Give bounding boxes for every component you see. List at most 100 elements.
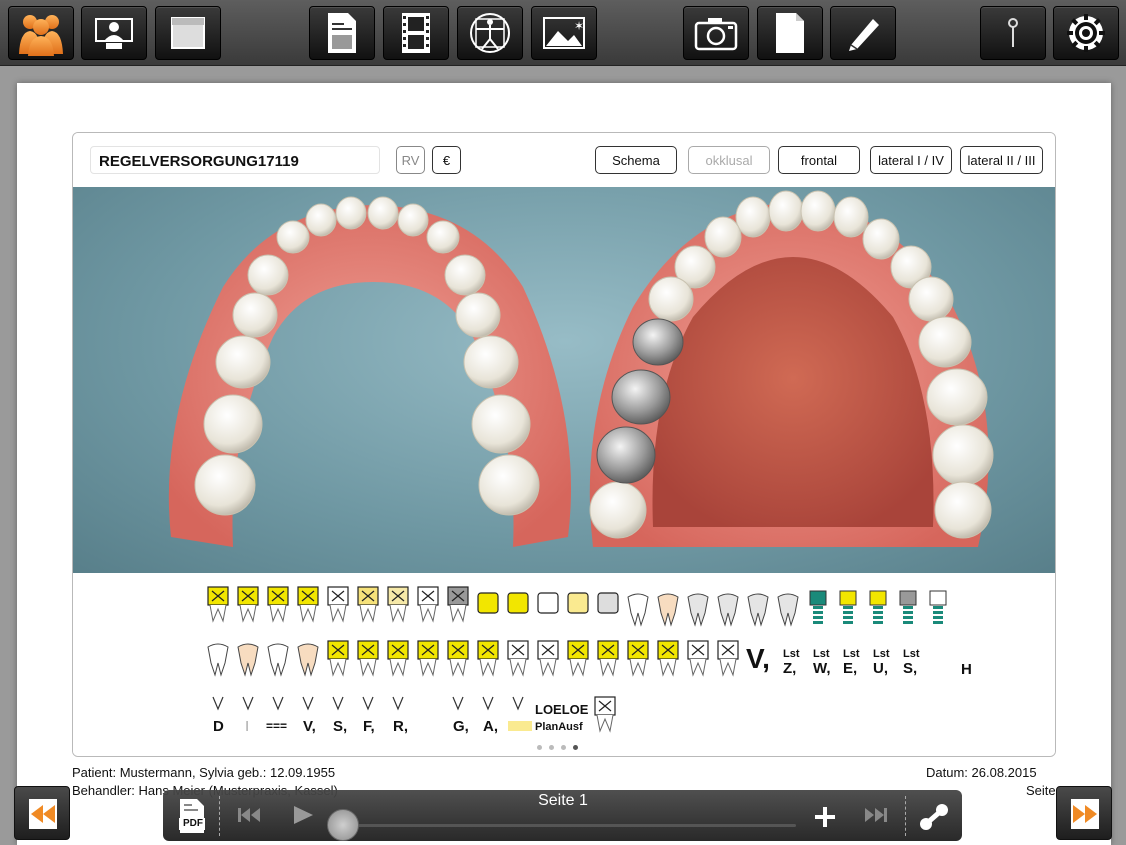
patients-icon bbox=[19, 15, 63, 56]
crown-symbol[interactable] bbox=[597, 640, 619, 677]
image-button[interactable]: ✶ bbox=[531, 6, 597, 60]
crown-symbol[interactable] bbox=[297, 586, 319, 623]
symbol-z[interactable]: Z, bbox=[783, 660, 796, 677]
implant-symbol[interactable] bbox=[929, 590, 947, 624]
crown-symbol[interactable] bbox=[447, 640, 469, 677]
crown-symbol[interactable] bbox=[627, 640, 649, 677]
tooth-symbol[interactable] bbox=[267, 643, 289, 677]
play-icon[interactable] bbox=[291, 804, 315, 826]
euro-button[interactable]: € bbox=[432, 146, 461, 174]
pencil-button[interactable] bbox=[830, 6, 896, 60]
crown-symbol[interactable] bbox=[717, 640, 739, 677]
symbol-s[interactable]: S, bbox=[333, 718, 347, 735]
folder-button[interactable] bbox=[155, 6, 221, 60]
symbol-e[interactable]: E, bbox=[843, 660, 857, 677]
next-document-button[interactable] bbox=[1056, 786, 1112, 840]
plan-title-field[interactable]: REGELVERSORGUNG17119 bbox=[90, 146, 380, 174]
settings-button[interactable] bbox=[1053, 6, 1119, 60]
crown-symbol[interactable] bbox=[357, 640, 379, 677]
frontal-button[interactable]: frontal bbox=[778, 146, 860, 174]
symbol-triple-bar[interactable]: === bbox=[266, 719, 287, 733]
page-slider-knob[interactable] bbox=[327, 809, 359, 841]
symbol-i[interactable]: I bbox=[245, 718, 249, 735]
skip-to-start-icon[interactable] bbox=[236, 805, 262, 825]
box-symbol[interactable] bbox=[567, 592, 589, 614]
implant-teal-symbol[interactable] bbox=[809, 590, 827, 624]
planausf-symbol[interactable]: PlanAusf bbox=[535, 721, 583, 733]
planausf-crown-symbol[interactable] bbox=[594, 696, 616, 733]
tooth-symbol[interactable] bbox=[237, 643, 259, 677]
crown-symbol[interactable] bbox=[447, 586, 469, 623]
box-symbol[interactable] bbox=[507, 592, 529, 614]
box-symbol[interactable] bbox=[597, 592, 619, 614]
symbol-h[interactable]: H bbox=[961, 661, 972, 678]
crown-symbol[interactable] bbox=[417, 640, 439, 677]
page-dot[interactable] bbox=[549, 745, 554, 750]
crown-symbol[interactable] bbox=[327, 640, 349, 677]
tooth-symbol[interactable] bbox=[657, 593, 679, 627]
symbol-r[interactable]: R, bbox=[393, 718, 408, 735]
symbol-f[interactable]: F, bbox=[363, 718, 375, 735]
symbol-v[interactable]: V, bbox=[303, 718, 316, 735]
symbol-v-large[interactable]: V, bbox=[746, 643, 770, 675]
page-dot[interactable] bbox=[537, 745, 542, 750]
page-slider-track[interactable] bbox=[331, 824, 796, 827]
lateral-1-4-button[interactable]: lateral I / IV bbox=[870, 146, 952, 174]
crown-symbol[interactable] bbox=[687, 640, 709, 677]
tooth-symbol[interactable] bbox=[627, 593, 649, 627]
crown-symbol[interactable] bbox=[327, 586, 349, 623]
rv-button[interactable]: RV bbox=[396, 146, 425, 174]
page-indicator[interactable] bbox=[537, 745, 578, 750]
symbol-g[interactable]: G, bbox=[453, 718, 469, 735]
film-button[interactable] bbox=[383, 6, 449, 60]
v-mark bbox=[332, 696, 344, 711]
implant-symbol[interactable] bbox=[869, 590, 887, 624]
crown-symbol[interactable] bbox=[387, 640, 409, 677]
pdf-export-button[interactable]: PDF bbox=[177, 798, 207, 834]
schema-button[interactable]: Schema bbox=[595, 146, 677, 174]
jaw-view[interactable] bbox=[73, 187, 1055, 573]
implant-symbol[interactable] bbox=[899, 590, 917, 624]
tooth-symbol[interactable] bbox=[777, 593, 799, 627]
loeloe-symbol[interactable]: LOELOE bbox=[535, 702, 588, 717]
presentation-button[interactable] bbox=[81, 6, 147, 60]
box-symbol[interactable] bbox=[537, 592, 559, 614]
crown-symbol[interactable] bbox=[237, 586, 259, 623]
symbol-u[interactable]: U, bbox=[873, 660, 888, 677]
symbol-d[interactable]: D bbox=[213, 718, 224, 735]
symbol-w[interactable]: W, bbox=[813, 660, 831, 677]
camera-button[interactable] bbox=[683, 6, 749, 60]
tooth-symbol[interactable] bbox=[717, 593, 739, 627]
blank-page-button[interactable] bbox=[757, 6, 823, 60]
tooth-symbol[interactable] bbox=[747, 593, 769, 627]
patients-button[interactable] bbox=[8, 6, 74, 60]
symbol-s2[interactable]: S, bbox=[903, 660, 917, 677]
crown-symbol[interactable] bbox=[657, 640, 679, 677]
vitruvian-button[interactable] bbox=[457, 6, 523, 60]
page-dot[interactable] bbox=[561, 745, 566, 750]
crown-symbol[interactable] bbox=[507, 640, 529, 677]
crown-symbol[interactable] bbox=[537, 640, 559, 677]
page-dot-active[interactable] bbox=[573, 745, 578, 750]
document-button[interactable] bbox=[309, 6, 375, 60]
implant-symbol[interactable] bbox=[839, 590, 857, 624]
link-icon[interactable] bbox=[918, 802, 950, 832]
crown-symbol[interactable] bbox=[387, 586, 409, 623]
skip-to-end-icon[interactable] bbox=[863, 805, 889, 825]
tooth-symbol[interactable] bbox=[687, 593, 709, 627]
crown-symbol[interactable] bbox=[357, 586, 379, 623]
crown-symbol[interactable] bbox=[477, 640, 499, 677]
tooth-symbol[interactable] bbox=[207, 643, 229, 677]
box-symbol[interactable] bbox=[477, 592, 499, 614]
symbol-a[interactable]: A, bbox=[483, 718, 498, 735]
crown-symbol[interactable] bbox=[567, 640, 589, 677]
pin-button[interactable] bbox=[980, 6, 1046, 60]
previous-document-button[interactable] bbox=[14, 786, 70, 840]
crown-symbol[interactable] bbox=[267, 586, 289, 623]
add-page-icon[interactable] bbox=[814, 806, 836, 828]
okklusal-button[interactable]: okklusal bbox=[688, 146, 770, 174]
crown-symbol[interactable] bbox=[207, 586, 229, 623]
tooth-symbol[interactable] bbox=[297, 643, 319, 677]
crown-symbol[interactable] bbox=[417, 586, 439, 623]
lateral-2-3-button[interactable]: lateral II / III bbox=[960, 146, 1043, 174]
